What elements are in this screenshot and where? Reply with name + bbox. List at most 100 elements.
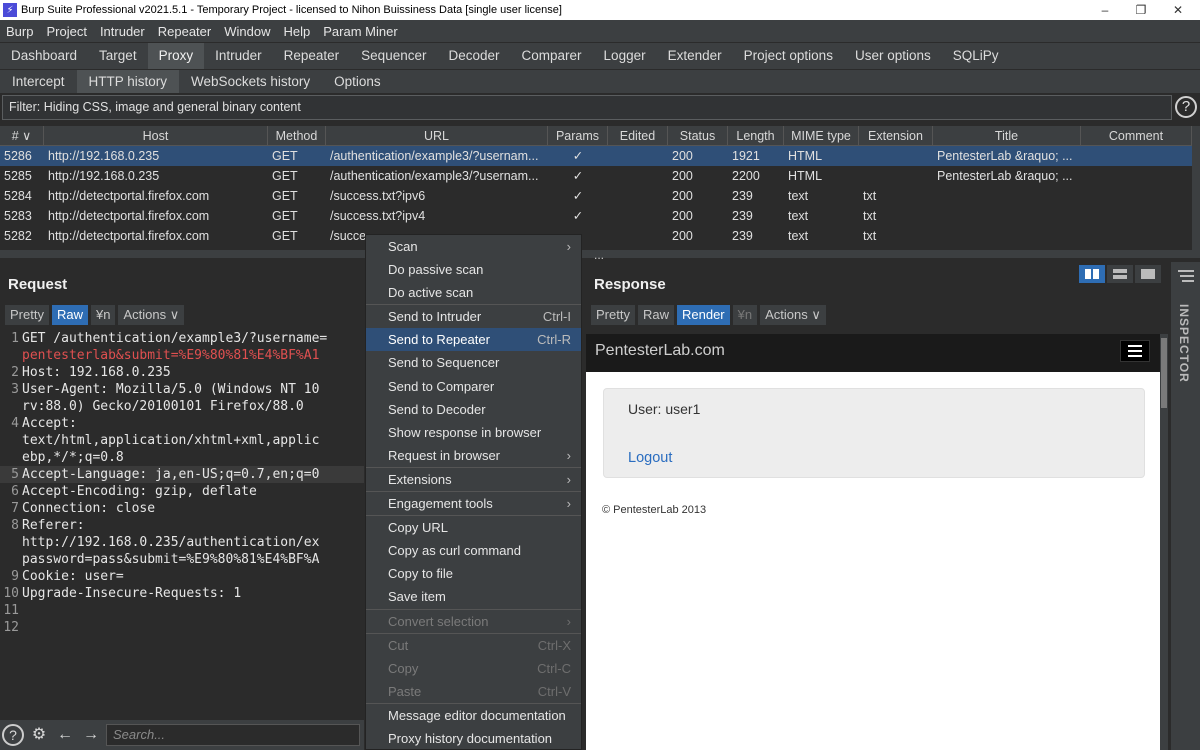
tab-options[interactable]: Options: [322, 70, 393, 93]
arrow-right-icon[interactable]: →: [80, 724, 102, 746]
table-row[interactable]: 5282 http://detectportal.firefox.com GET/s…: [0, 226, 1192, 246]
col-url[interactable]: URL: [326, 126, 548, 145]
menu-burp[interactable]: Burp: [0, 24, 40, 39]
tab-comparer[interactable]: Comparer: [511, 43, 593, 69]
response-scrollbar[interactable]: [1160, 334, 1168, 750]
single-pane-icon[interactable]: [1135, 265, 1161, 283]
col-number[interactable]: # ∨: [0, 126, 44, 145]
hamburger-menu-icon[interactable]: [1120, 340, 1150, 362]
more-dots[interactable]: ...: [594, 248, 604, 262]
menu-item-extensions[interactable]: Extensions ›: [366, 468, 581, 491]
help-icon[interactable]: ?: [2, 724, 24, 746]
col-title[interactable]: Title: [933, 126, 1081, 145]
menu-help[interactable]: Help: [277, 24, 317, 39]
help-icon[interactable]: ?: [1175, 96, 1197, 118]
menu-item-send-to-comparer[interactable]: Send to Comparer: [366, 375, 581, 398]
split-vertical-icon[interactable]: [1107, 265, 1133, 283]
menu-item-save-item[interactable]: Save item: [366, 585, 581, 608]
tab-sequencer[interactable]: Sequencer: [350, 43, 437, 69]
cell-edited: [608, 166, 668, 186]
menu-item-send-to-sequencer[interactable]: Send to Sequencer: [366, 351, 581, 374]
split-horizontal-icon[interactable]: [1079, 265, 1105, 283]
tab-proxy[interactable]: Proxy: [147, 43, 205, 69]
menu-item-send-to-intruder[interactable]: Send to Intruder Ctrl-I: [366, 305, 581, 328]
menu-item-do-active-scan[interactable]: Do active scan: [366, 281, 581, 304]
col-host[interactable]: Host: [44, 126, 268, 145]
table-row[interactable]: 5286 http://192.168.0.235 GET/authenticati…: [0, 146, 1192, 166]
code-line: 8 Referer:: [0, 517, 364, 534]
inspector-sidebar[interactable]: INSPECTOR: [1170, 262, 1200, 750]
menu-project[interactable]: Project: [40, 24, 93, 39]
tab-http-history[interactable]: HTTP history: [76, 70, 180, 93]
line-number: 11: [3, 603, 19, 618]
tab-project-options[interactable]: Project options: [733, 43, 844, 69]
cell-ext: txt: [863, 189, 877, 203]
menu-window[interactable]: Window: [218, 24, 277, 39]
gear-icon[interactable]: ⚙: [28, 724, 50, 746]
actions-button[interactable]: Actions ∨: [118, 305, 185, 325]
menu-item-copy-as-curl-command[interactable]: Copy as curl command: [366, 539, 581, 562]
menu-item-do-passive-scan[interactable]: Do passive scan: [366, 258, 581, 281]
menu-item-request-in-browser[interactable]: Request in browser ›: [366, 444, 581, 467]
table-row[interactable]: 5285 http://192.168.0.235 GET/authenticati…: [0, 166, 1192, 186]
menu-item-label: Copy URL: [388, 520, 448, 536]
maximize-button[interactable]: ❐: [1123, 0, 1159, 20]
request-editor[interactable]: 1 GET /authentication/example3/?username=…: [0, 330, 364, 710]
menu-item-send-to-repeater[interactable]: Send to Repeater Ctrl-R: [366, 328, 581, 352]
arrow-left-icon[interactable]: ←: [54, 724, 76, 746]
menu-repeater[interactable]: Repeater: [152, 24, 218, 39]
tab-intruder[interactable]: Intruder: [204, 43, 273, 69]
col-params[interactable]: Params: [548, 126, 608, 145]
filter-bar[interactable]: Filter: Hiding CSS, image and general bi…: [2, 95, 1172, 120]
response-panel: Response Pretty Raw Render ¥n Actions ∨ …: [586, 262, 1168, 750]
menu-item-copy-url[interactable]: Copy URL: [366, 516, 581, 539]
table-scrollbar[interactable]: [1192, 126, 1200, 250]
logout-link[interactable]: Logout: [628, 450, 672, 466]
newline-button[interactable]: ¥n: [732, 305, 758, 325]
menu-param-miner[interactable]: Param Miner: [317, 24, 404, 39]
search-input[interactable]: Search...: [106, 724, 360, 746]
raw-button[interactable]: Raw: [637, 305, 674, 325]
menu-item-scan[interactable]: Scan ›: [366, 235, 581, 258]
tab-repeater[interactable]: Repeater: [273, 43, 351, 69]
table-row[interactable]: 5283 http://detectportal.firefox.com GET/s…: [0, 206, 1192, 226]
pretty-button[interactable]: Pretty: [5, 305, 49, 325]
menu-item-proxy-history-documentation[interactable]: Proxy history documentation: [366, 727, 581, 750]
col-extension[interactable]: Extension: [859, 126, 933, 145]
col-length[interactable]: Length: [728, 126, 784, 145]
col-method[interactable]: Method: [268, 126, 326, 145]
tab-websockets-history[interactable]: WebSockets history: [179, 70, 322, 93]
line-number: [0, 398, 22, 415]
code-line: http://192.168.0.235/authentication/ex: [0, 534, 364, 551]
tab-decoder[interactable]: Decoder: [437, 43, 510, 69]
chevron-right-icon: ›: [566, 447, 571, 463]
col-edited[interactable]: Edited: [608, 126, 668, 145]
col-mime-type[interactable]: MIME type: [784, 126, 859, 145]
tab-dashboard[interactable]: Dashboard: [0, 43, 88, 69]
render-button[interactable]: Render: [676, 305, 730, 325]
menu-item-show-response-in-browser[interactable]: Show response in browser: [366, 421, 581, 444]
table-row[interactable]: 5284 http://detectportal.firefox.com GET/s…: [0, 186, 1192, 206]
site-brand[interactable]: PentesterLab.com: [595, 342, 725, 359]
tab-target[interactable]: Target: [88, 43, 148, 69]
tab-user-options[interactable]: User options: [844, 43, 942, 69]
menu-item-send-to-decoder[interactable]: Send to Decoder: [366, 398, 581, 421]
menu-item-engagement-tools[interactable]: Engagement tools ›: [366, 492, 581, 515]
newline-button[interactable]: ¥n: [90, 305, 116, 325]
raw-button[interactable]: Raw: [51, 305, 88, 325]
cell-title: PentesterLab &raquo; ...: [937, 169, 1073, 183]
close-button[interactable]: ✕: [1160, 0, 1196, 20]
menu-item-copy-to-file[interactable]: Copy to file: [366, 562, 581, 585]
col-status[interactable]: Status: [668, 126, 728, 145]
minimize-button[interactable]: –: [1087, 0, 1123, 20]
actions-button[interactable]: Actions ∨: [760, 305, 826, 325]
tab-intercept[interactable]: Intercept: [0, 70, 77, 93]
tab-logger[interactable]: Logger: [593, 43, 657, 69]
tab-sqlipy[interactable]: SQLiPy: [942, 43, 1010, 69]
menu-item-message-editor-documentation[interactable]: Message editor documentation: [366, 704, 581, 727]
cell-edited: [608, 186, 668, 206]
menu-intruder[interactable]: Intruder: [94, 24, 152, 39]
pretty-button[interactable]: Pretty: [591, 305, 635, 325]
col-comment[interactable]: Comment: [1081, 126, 1192, 145]
tab-extender[interactable]: Extender: [657, 43, 733, 69]
